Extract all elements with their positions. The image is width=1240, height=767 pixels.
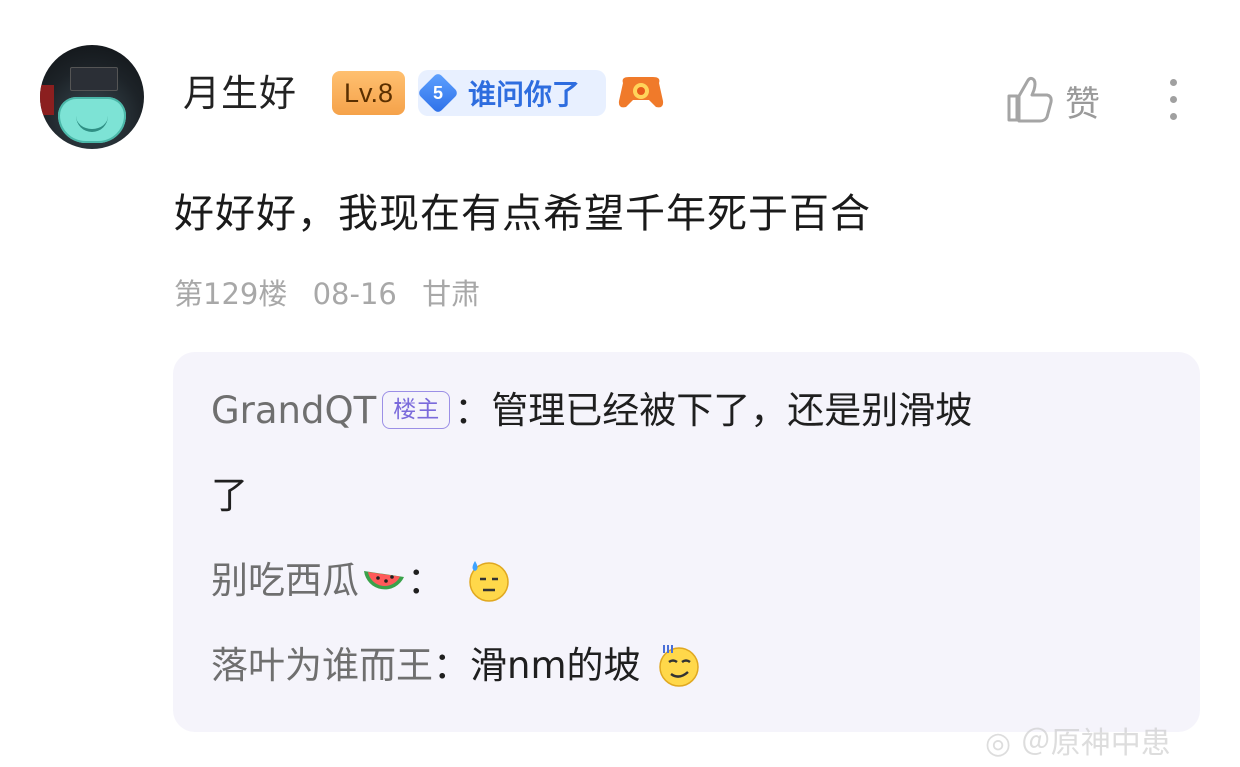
fans-badge-label: 谁问你了	[468, 78, 581, 111]
reply-author[interactable]: GrandQT	[211, 389, 376, 432]
post-location: 甘肃	[422, 277, 481, 311]
username[interactable]: 月生好	[183, 72, 297, 116]
more-dot	[1169, 113, 1177, 120]
post-meta: 第129楼 08-16 甘肃	[174, 274, 496, 314]
owner-badge: 楼主	[382, 390, 451, 429]
reply-item[interactable]: GrandQT 楼主 ：管理已经被下了，还是别滑坡	[211, 385, 972, 437]
more-dot	[1169, 79, 1177, 86]
reply-author[interactable]: 别吃西瓜	[211, 559, 359, 602]
watermark: ◎ ＠原神中患	[985, 726, 1171, 761]
reply-separator: ：	[433, 644, 470, 687]
fans-badge[interactable]: 5 谁问你了	[417, 70, 606, 116]
reply-author[interactable]: 落叶为谁而王	[211, 644, 433, 687]
more-dot	[1169, 96, 1177, 103]
reply-text-continued: 了	[211, 474, 248, 517]
fans-level-number: 5	[432, 82, 444, 103]
reply-separator: ：	[407, 559, 444, 602]
reply-item[interactable]: 落叶为谁而王：滑nm的坡	[211, 640, 702, 694]
thumbs-up-icon[interactable]	[1005, 74, 1055, 124]
avatar-background-detail	[40, 85, 54, 115]
more-options-icon[interactable]	[1163, 74, 1183, 124]
post-content: 好好好，我现在有点希望千年死于百合	[174, 191, 871, 237]
reply-separator: ：	[454, 389, 492, 432]
post-date: 08-16	[312, 277, 397, 311]
reply-text: 管理已经被下了，还是别滑坡	[491, 389, 973, 432]
sweat-emoji-icon	[469, 560, 509, 602]
level-badge: Lv.8	[332, 71, 405, 115]
fans-level-icon: 5	[417, 72, 459, 114]
floor-number: 第129楼	[174, 277, 288, 311]
gamepad-icon	[618, 77, 664, 108]
watermelon-icon	[364, 570, 404, 589]
reply-text: 滑nm的坡	[470, 644, 641, 687]
like-label[interactable]: 赞	[1065, 76, 1100, 127]
avatar-screen-detail	[70, 67, 118, 91]
avatar[interactable]	[40, 45, 144, 149]
reply-item[interactable]: 别吃西瓜 ：	[211, 555, 512, 609]
smirk-emoji-icon	[659, 644, 700, 687]
